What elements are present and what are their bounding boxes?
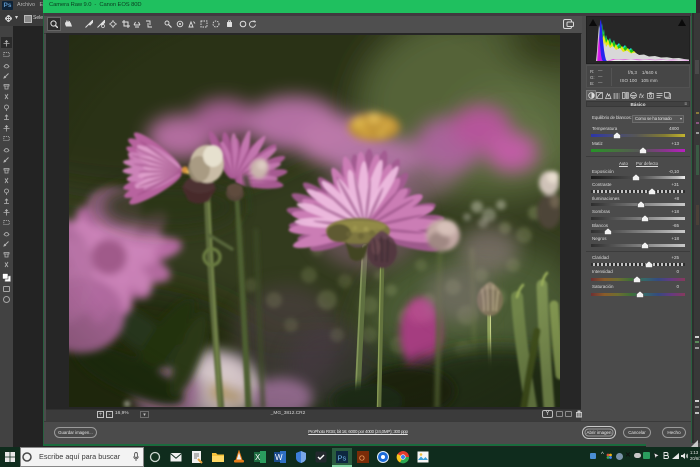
svg-text:fx: fx xyxy=(639,93,645,99)
svg-text:Ps: Ps xyxy=(338,454,347,463)
svg-text:O: O xyxy=(359,454,365,463)
svg-text:W: W xyxy=(275,453,283,462)
svg-text:X: X xyxy=(255,453,261,462)
